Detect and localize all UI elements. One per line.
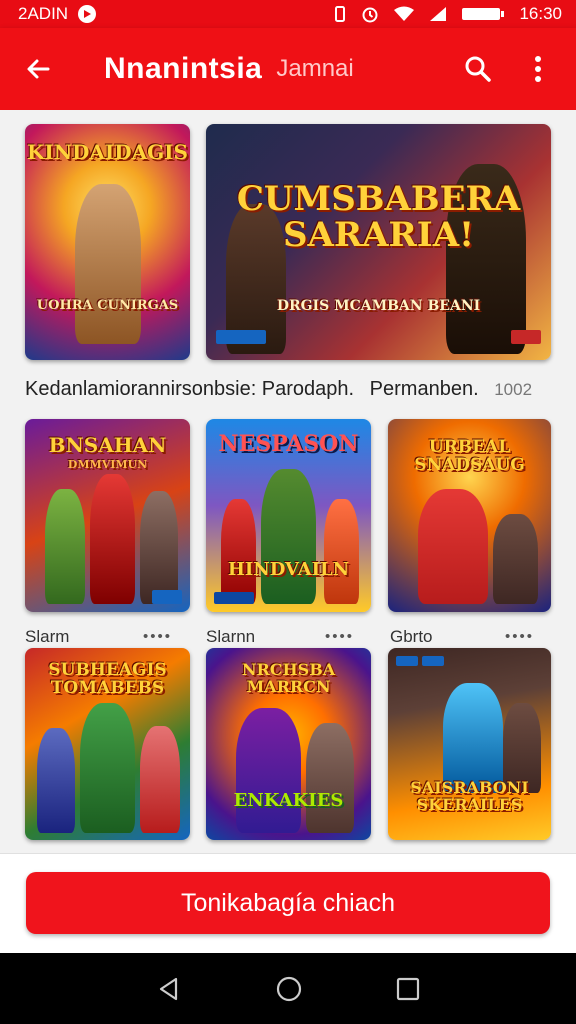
tile-7-badge-2 (422, 656, 444, 666)
tile-5-title: SUBHEAGIS TOMABEBS (48, 660, 167, 698)
featured-tile-title: CUMSBABERA SARARIA! (236, 179, 521, 255)
alarm-icon (362, 7, 378, 23)
status-left-text: 2ADIN (18, 4, 69, 23)
game-tile-4[interactable]: URBEAL SNADSAUG (388, 419, 551, 612)
row-dots-1[interactable]: •••• (143, 628, 172, 645)
tile-1-subtitle: UOHRA CUNIRGAS (36, 298, 179, 313)
featured-caption-main: Kedanlamiorannirsonbsie: Parodaph. (25, 378, 355, 400)
primary-action-button[interactable]: Tonikabagía chiach (26, 872, 550, 934)
game-tile-5[interactable]: SUBHEAGIS TOMABEBS (25, 648, 190, 840)
vibrate-icon (335, 6, 346, 22)
tile-7-badge-1 (396, 656, 418, 666)
tile-6-subtitle: ENKAKIES (233, 790, 344, 811)
back-button[interactable] (18, 49, 58, 89)
app-bar: Nnanintsia Jamnai (0, 28, 576, 110)
back-arrow-icon (27, 59, 50, 79)
featured-badge-left (216, 330, 266, 344)
tile-3-subtitle: HINDVAILN (227, 559, 350, 580)
tile-2-title: BNSAHAN (48, 433, 167, 457)
page-subtitle: Jamnai (276, 55, 354, 82)
tile-4-title: URBEAL SNADSAUG (414, 437, 525, 475)
nav-back-icon[interactable] (156, 976, 182, 1002)
overflow-menu-button[interactable] (518, 49, 558, 89)
status-bar: 2ADIN 16:30 (0, 0, 576, 28)
bottom-action-area: Tonikabagía chiach (0, 853, 576, 953)
nav-home-icon[interactable] (275, 975, 303, 1003)
game-tile-2[interactable]: BNSAHAN DMMVIMUN (25, 419, 190, 612)
signal-icon (430, 7, 447, 21)
tile-2-badge (152, 590, 182, 604)
featured-caption: Kedanlamiorannirsonbsie: Parodaph. Perma… (25, 378, 551, 401)
search-icon (465, 56, 491, 82)
more-vert-icon (535, 56, 541, 82)
play-notification-icon (78, 5, 97, 23)
battery-icon (462, 8, 505, 20)
status-time: 16:30 (519, 4, 562, 23)
row-label-2: Slarnn (206, 627, 256, 646)
system-nav-bar (0, 953, 576, 1024)
game-tile-featured[interactable]: CUMSBABERA SARARIA! DRGIS MCAMBAN BEANI (206, 124, 551, 360)
featured-tile-subtitle: DRGIS MCAMBAN BEANI (276, 298, 481, 314)
page-title: Nnanintsia (104, 52, 263, 85)
search-button[interactable] (458, 49, 498, 89)
status-left: 2ADIN (18, 4, 97, 24)
tile-7-title: SAISRABONI SKERAILES (410, 778, 529, 814)
game-tile-7[interactable]: SAISRABONI SKERAILES (388, 648, 551, 840)
game-tile-6[interactable]: NRCHSBA MARRCN ENKAKIES (206, 648, 371, 840)
featured-badge-right (511, 330, 541, 344)
status-right: 16:30 (333, 4, 562, 24)
game-tile-3[interactable]: NESPASON HINDVAILN (206, 419, 371, 612)
wifi-icon (394, 6, 415, 21)
featured-caption-num: 1002 (494, 380, 533, 399)
nav-recents-icon[interactable] (396, 977, 420, 1001)
row-label-3: Gbrto (390, 627, 433, 646)
row-label-1: Slarm (25, 627, 70, 646)
tile-1-title: KINDAIDAGIS (27, 140, 188, 164)
tile-6-title: NRCHSBA MARRCN (241, 660, 336, 696)
content-area: KINDAIDAGIS UOHRA CUNIRGAS CUMSBABERA SA… (0, 110, 576, 853)
tile-2-subtitle: DMMVIMUN (67, 458, 148, 471)
game-tile-1[interactable]: KINDAIDAGIS UOHRA CUNIRGAS (25, 124, 190, 360)
tile-3-title: NESPASON (218, 431, 359, 457)
row-dots-3[interactable]: •••• (505, 628, 534, 645)
featured-caption-extra: Permanben. (369, 378, 479, 400)
row-dots-2[interactable]: •••• (325, 628, 354, 645)
tile-3-badge (214, 592, 254, 604)
